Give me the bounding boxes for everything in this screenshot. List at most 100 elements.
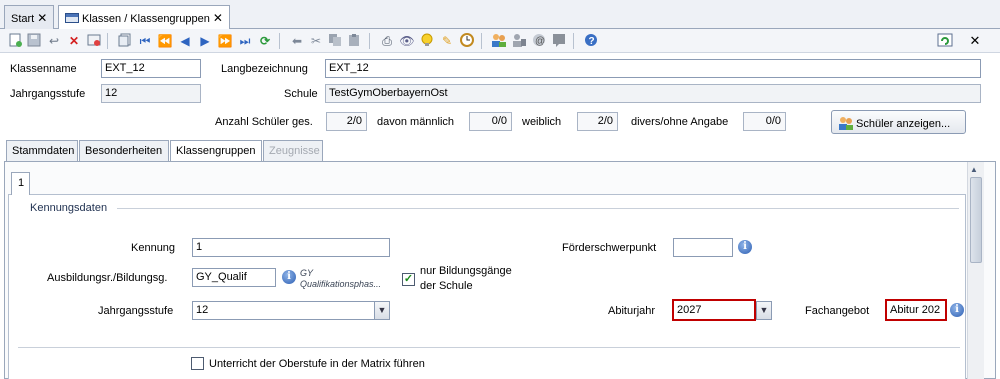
toolbar: ↩ ✕ ⏮ ⏪ ◀ ▶ ⏩ ⏭ ⟳ ⬅ ✂ ⎙ 👁 ✎ @ ? ✕ — [0, 29, 1000, 53]
last-record-icon[interactable]: ⏭ — [237, 33, 253, 49]
matrix-checkbox[interactable] — [191, 357, 204, 370]
jahrgangsstufe-field: 12 — [101, 84, 201, 103]
jahrgangsstufe-group-label: Jahrgangsstufe — [98, 305, 174, 317]
close-window-icon[interactable]: ✕ — [967, 33, 983, 49]
help-icon[interactable]: ? — [583, 33, 599, 49]
clock-icon[interactable] — [459, 33, 475, 49]
prev-record-icon[interactable]: ◀ — [177, 33, 193, 49]
langbezeichnung-input[interactable]: EXT_12 — [325, 59, 981, 78]
fachangebot-field[interactable]: Abitur 202 — [885, 299, 947, 321]
ausbildung-hint-line1: GY — [300, 268, 314, 278]
divers-value: 0/0 — [743, 112, 786, 131]
fachangebot-label: Fachangebot — [805, 305, 870, 317]
arrow-left-icon[interactable]: ⬅ — [289, 33, 305, 49]
paste-icon[interactable] — [346, 33, 362, 49]
copy-record-icon[interactable] — [117, 33, 133, 49]
langbezeichnung-label: Langbezeichnung — [221, 63, 308, 75]
klassenname-input[interactable]: EXT_12 — [101, 59, 201, 78]
abiturjahr-select[interactable]: 2027 — [672, 299, 756, 321]
next-record-icon[interactable]: ▶ — [197, 33, 213, 49]
section-divider — [117, 208, 959, 209]
maennlich-value: 0/0 — [469, 112, 512, 131]
tab-start[interactable]: Start ✕ — [4, 5, 54, 29]
users-icon — [838, 116, 853, 133]
svg-text:?: ? — [589, 36, 595, 47]
delete-icon[interactable]: ✕ — [66, 33, 82, 49]
scissors-icon[interactable]: ✂ — [308, 33, 324, 49]
vertical-scrollbar[interactable]: ▲ — [967, 162, 984, 379]
section-divider — [18, 347, 960, 348]
grid-icon — [65, 13, 79, 23]
tab-klassen-label: Klassen / Klassengruppen — [82, 13, 210, 25]
klassenname-label: Klassenname — [10, 63, 77, 75]
ausbildung-hint: GY Qualifikationsphas... — [300, 268, 381, 290]
hint-icon[interactable] — [419, 33, 435, 49]
nur-bildungsgaenge-checkbox[interactable]: ✓ — [402, 273, 415, 286]
scroll-thumb[interactable] — [970, 177, 982, 263]
abiturjahr-label: Abiturjahr — [608, 305, 656, 317]
tab-klassen[interactable]: Klassen / Klassengruppen ✕ — [58, 5, 230, 30]
copy-icon[interactable] — [327, 33, 343, 49]
save-icon[interactable] — [26, 33, 42, 49]
user-edit-icon[interactable] — [511, 33, 527, 49]
tab-besonderheiten[interactable]: Besonderheiten — [79, 140, 169, 161]
refresh-icon[interactable]: ⟳ — [257, 33, 273, 49]
info-icon[interactable]: i — [950, 303, 964, 317]
matrix-label: Unterricht der Oberstufe in der Matrix f… — [209, 358, 425, 370]
close-icon[interactable]: ✕ — [213, 11, 223, 25]
info-icon[interactable]: i — [738, 240, 752, 254]
toolbar-separator — [369, 33, 370, 49]
kennungsdaten-title: Kennungsdaten — [30, 202, 108, 214]
tab-stammdaten[interactable]: Stammdaten — [6, 140, 78, 161]
tab-klassengruppen[interactable]: Klassengruppen — [170, 140, 262, 162]
at-icon[interactable]: @ — [531, 33, 547, 49]
cancel-icon[interactable] — [86, 33, 102, 49]
note-icon[interactable] — [551, 33, 567, 49]
nur-bildungsgaenge-label: nur Bildungsgänge der Schule — [420, 264, 512, 294]
document-tab-bar: Start ✕ Klassen / Klassengruppen ✕ — [0, 0, 1000, 30]
anzahl-schueler-value: 2/0 — [326, 112, 367, 131]
schueler-anzeigen-button[interactable]: Schüler anzeigen... — [831, 110, 966, 134]
scroll-up-icon[interactable]: ▲ — [970, 165, 978, 174]
tab-start-label: Start — [11, 13, 35, 25]
nur-bildungsgaenge-line2: der Schule — [420, 280, 473, 292]
divers-label: divers/ohne Angabe — [631, 116, 729, 128]
schueler-anzeigen-label: Schüler anzeigen... — [856, 118, 951, 130]
nur-bildungsgaenge-line1: nur Bildungsgänge — [420, 265, 512, 277]
first-record-icon[interactable]: ⏮ — [137, 33, 153, 49]
chevron-down-icon[interactable]: ▼ — [374, 301, 390, 320]
anzahl-schueler-label: Anzahl Schüler ges. — [215, 116, 313, 128]
toolbar-separator — [573, 33, 574, 49]
wand-icon[interactable]: ✎ — [439, 33, 455, 49]
users-icon[interactable] — [491, 33, 507, 49]
kennung-label: Kennung — [131, 242, 176, 254]
schule-field: TestGymOberbayernOst — [325, 84, 981, 103]
chevron-down-icon[interactable]: ▼ — [756, 301, 772, 320]
maennlich-label: davon männlich — [377, 116, 455, 128]
weiblich-value: 2/0 — [577, 112, 618, 131]
page-forward-icon[interactable]: ⏩ — [217, 33, 233, 49]
print-icon[interactable]: ⎙ — [379, 33, 395, 49]
window-refresh-icon[interactable] — [937, 33, 953, 49]
weiblich-label: weiblich — [522, 116, 562, 128]
jahrgangsstufe-label: Jahrgangsstufe — [10, 88, 86, 100]
toolbar-separator — [481, 33, 482, 49]
page-back-icon[interactable]: ⏪ — [157, 33, 173, 49]
schule-label: Schule — [284, 88, 318, 100]
ausbildung-input[interactable]: GY_Qualif — [192, 268, 276, 287]
tab-group-1[interactable]: 1 — [11, 172, 30, 195]
ausbildung-label: Ausbildungsr./Bildungsg. — [47, 272, 168, 284]
close-icon[interactable]: ✕ — [37, 11, 47, 25]
info-icon[interactable]: i — [282, 270, 296, 284]
tab-zeugnisse: Zeugnisse — [263, 140, 323, 161]
foerderschwerpunkt-label: Förderschwerpunkt — [562, 242, 657, 254]
foerderschwerpunkt-input[interactable] — [673, 238, 733, 257]
toolbar-separator — [107, 33, 108, 49]
ausbildung-hint-line2: Qualifikationsphas... — [300, 279, 382, 289]
new-icon[interactable] — [7, 33, 23, 49]
undo-icon[interactable]: ↩ — [46, 33, 62, 49]
kennung-input[interactable]: 1 — [192, 238, 390, 257]
jahrgangsstufe-select[interactable]: 12 — [192, 301, 375, 320]
svg-text:@: @ — [535, 36, 545, 47]
preview-icon[interactable]: 👁 — [399, 33, 415, 49]
